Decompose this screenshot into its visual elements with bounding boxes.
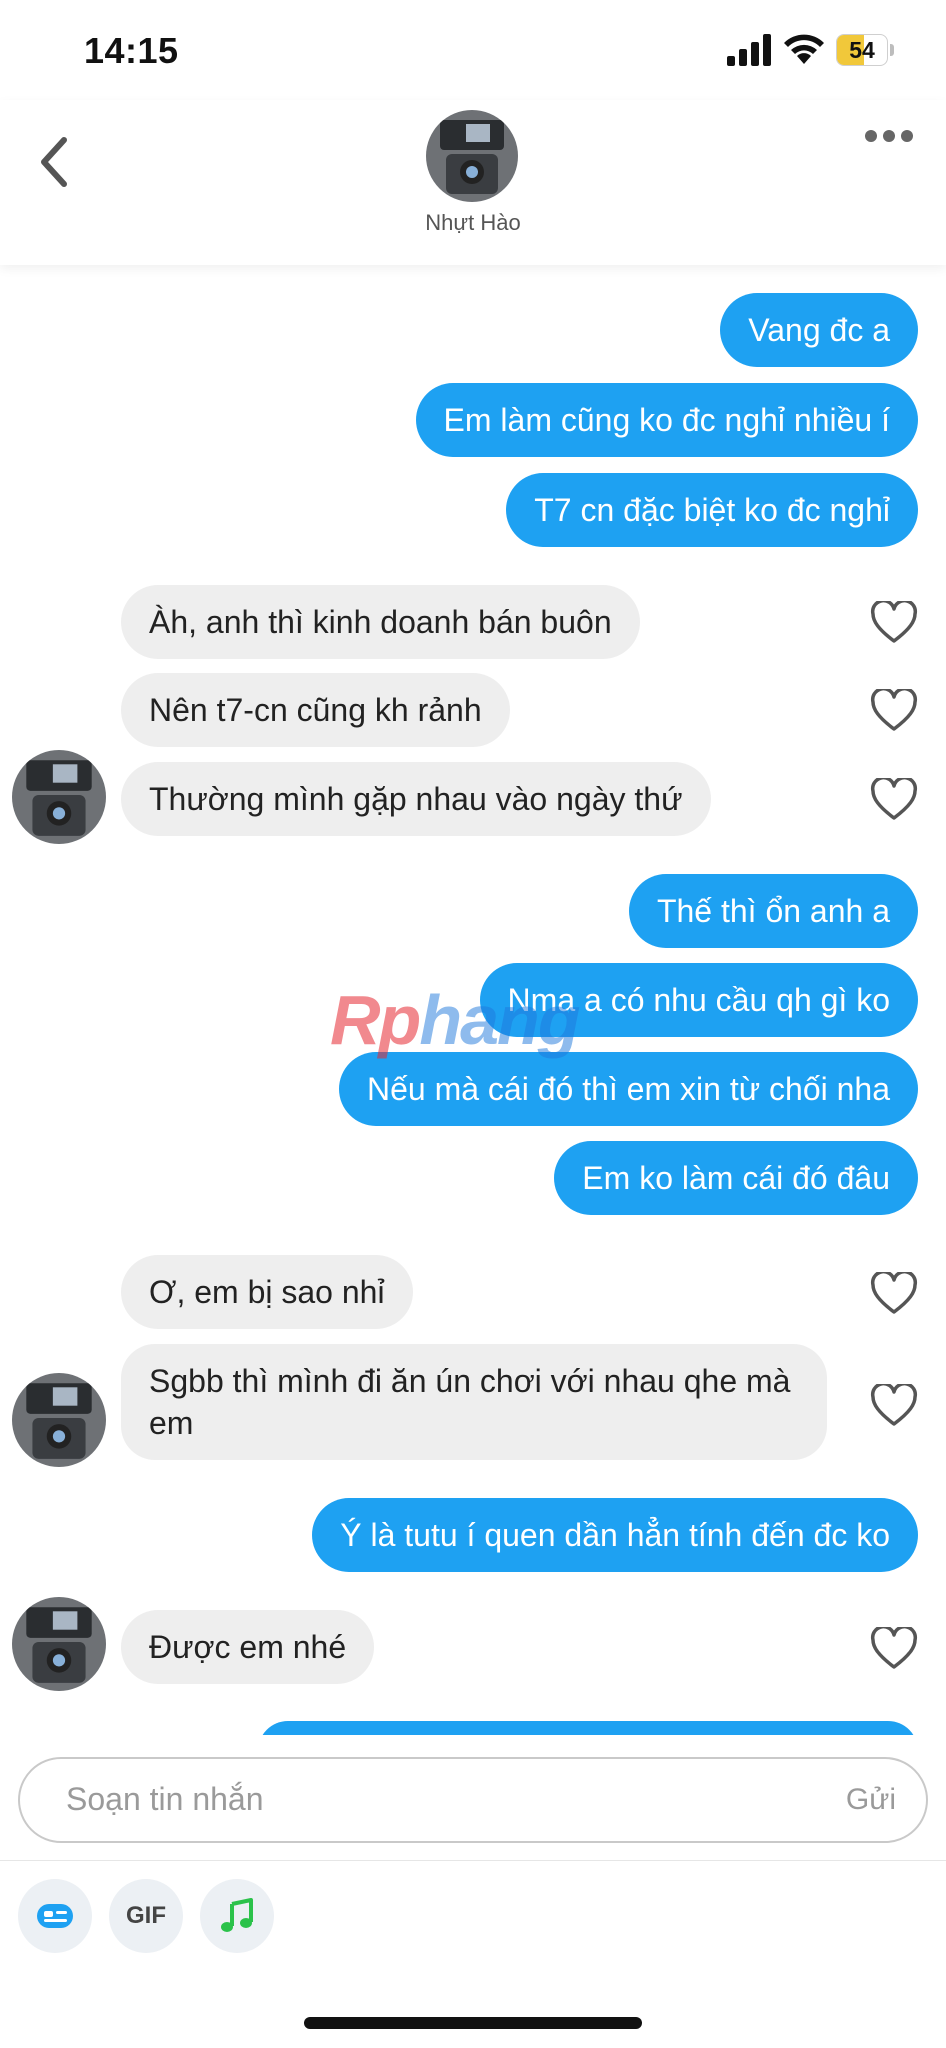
gif-label: GIF	[126, 1902, 166, 1929]
card-icon	[37, 1904, 73, 1928]
cellular-signal-icon	[727, 34, 771, 66]
message-bubble-incoming[interactable]: Sgbb thì mình đi ăn ún chơi với nhau qhe…	[121, 1344, 827, 1460]
message-input[interactable]: Soạn tin nhắn Gửi	[18, 1757, 928, 1843]
message-bubble-incoming[interactable]: Ơ, em bị sao nhỉ	[121, 1255, 413, 1329]
message-bubble-outgoing-partial	[258, 1721, 918, 1735]
message-bubble-incoming[interactable]: Àh, anh thì kinh doanh bán buôn	[121, 585, 640, 659]
like-heart-icon[interactable]	[870, 689, 918, 733]
message-bubble-incoming[interactable]: Thường mình gặp nhau vào ngày thứ	[121, 762, 711, 836]
sticker-card-button[interactable]	[18, 1879, 92, 1953]
status-time: 14:15	[84, 30, 179, 71]
message-bubble-outgoing[interactable]: Em ko làm cái đó đâu	[554, 1141, 918, 1215]
message-bubble-outgoing[interactable]: Vang đc a	[720, 293, 918, 367]
more-options-icon[interactable]	[864, 126, 914, 146]
wifi-icon	[784, 34, 824, 64]
status-bar: 14:15 54	[0, 0, 946, 100]
sender-avatar[interactable]	[12, 1373, 106, 1467]
back-chevron-icon[interactable]	[34, 132, 74, 192]
composer-area: Soạn tin nhắn Gửi GIF	[0, 1735, 946, 2048]
like-heart-icon[interactable]	[870, 1272, 918, 1316]
like-heart-icon[interactable]	[870, 601, 918, 645]
contact-name[interactable]: Nhựt Hào	[373, 210, 573, 236]
like-heart-icon[interactable]	[870, 1384, 918, 1428]
message-bubble-outgoing[interactable]: Ý là tutu í quen dần hẳn tính đến đc ko	[312, 1498, 918, 1572]
music-note-icon	[221, 1898, 253, 1932]
gif-button[interactable]: GIF	[109, 1879, 183, 1953]
battery-icon: 54	[836, 34, 894, 66]
message-bubble-outgoing[interactable]: Thế thì ổn anh a	[628, 874, 918, 948]
sender-avatar[interactable]	[12, 750, 106, 844]
like-heart-icon[interactable]	[870, 1627, 918, 1671]
message-list[interactable]: Vang đc a Em làm cũng ko đc nghỉ nhiều í…	[0, 265, 946, 1735]
message-bubble-incoming[interactable]: Nên t7-cn cũng kh rảnh	[121, 673, 510, 747]
message-bubble-outgoing[interactable]: Nếu mà cái đó thì em xin từ chối nha	[338, 1052, 918, 1126]
music-button[interactable]	[200, 1879, 274, 1953]
battery-percent: 54	[849, 37, 875, 63]
message-bubble-incoming[interactable]: Được em nhé	[121, 1610, 375, 1684]
contact-avatar[interactable]	[426, 110, 518, 202]
sender-avatar[interactable]	[12, 1597, 106, 1691]
home-indicator	[304, 2017, 642, 2029]
like-heart-icon[interactable]	[870, 778, 918, 822]
message-input-placeholder: Soạn tin nhắn	[66, 1781, 264, 1817]
divider	[0, 1860, 946, 1861]
message-bubble-outgoing[interactable]: Nma a có nhu cầu qh gì ko	[479, 963, 918, 1037]
message-bubble-outgoing[interactable]: T7 cn đặc biệt ko đc nghỉ	[506, 473, 918, 547]
message-bubble-outgoing[interactable]: Em làm cũng ko đc nghỉ nhiều í	[415, 383, 918, 457]
send-button[interactable]: Gửi	[846, 1783, 896, 1817]
chat-header: Nhựt Hào	[0, 100, 946, 265]
